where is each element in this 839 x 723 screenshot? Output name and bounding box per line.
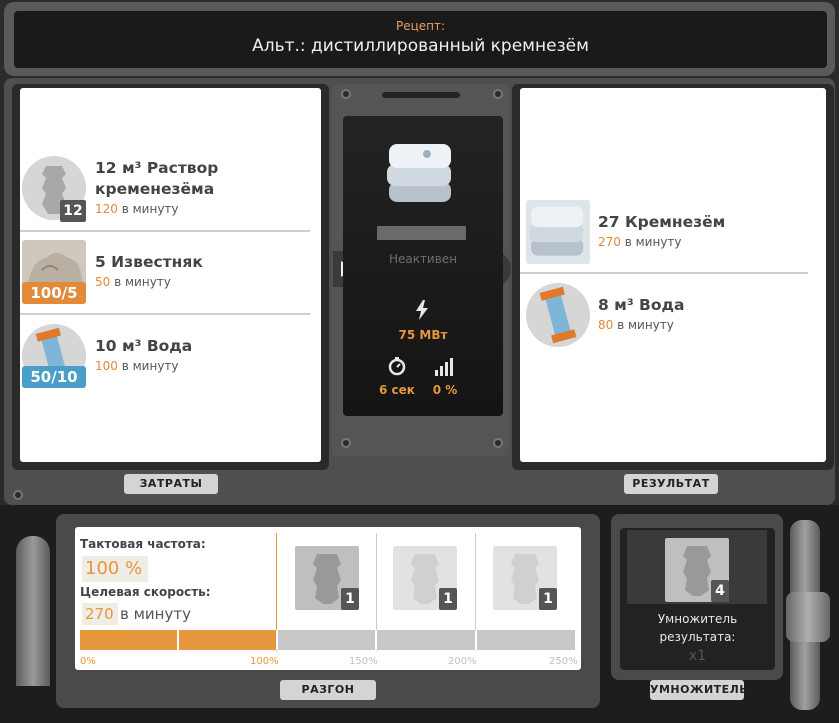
screw-icon [13,490,23,500]
screw-icon [341,438,351,448]
overclock-tab[interactable]: РАЗГОН [280,680,376,700]
input-rate: 120 в минуту [95,202,179,216]
clock-speed-fill[interactable] [80,630,278,650]
slot-count: 1 [539,588,557,610]
input-name: 12 м³ Раствор кременезёма [95,159,219,198]
recipe-subtitle: Рецепт: [395,19,446,33]
multiplier-value: x1 [688,648,707,664]
bar-chart-icon [435,358,455,380]
pipe-decoration [16,536,50,686]
multiplier-panel: 4 Умножитель результата: x1 [620,528,775,670]
screw-icon [493,89,503,99]
multiplier-count: 4 [711,580,729,602]
cycle-time: 6 сек [379,383,415,397]
stopwatch-icon [387,356,407,380]
multiplier-slot[interactable]: 4 [665,538,729,602]
bar-divider [276,630,278,650]
overclock-panel: Тактовая частота: 100 % Целевая скорость… [75,527,581,670]
outputs-panel: 27 Кремнезём 270 в минуту 8 м³ Вода 80 в… [520,88,826,462]
inputs-panel: 12 12 м³ Раствор кременезёма 120 в минут… [20,88,321,462]
bar-divider [375,630,377,650]
power-shard-slot-2[interactable]: 1 [393,546,457,610]
scale-label: 100% [250,656,279,667]
output-rate: 80 в минуту [598,318,674,332]
scale-label: 250% [549,656,578,667]
power-consumption: 75 МВт [398,328,448,342]
target-rate-label: Целевая скорость: [80,585,211,599]
silica-bags-icon [383,138,459,210]
slot-count: 1 [341,588,359,610]
lightning-icon [415,300,429,324]
input-name: 5 Известняк [95,253,203,271]
input-rate: 50 в минуту [95,275,171,289]
clock-speed-input[interactable]: 100 % [82,556,148,582]
divider [520,272,808,274]
divider [20,313,310,315]
slot-count: 1 [439,588,457,610]
target-rate-unit: в минуту [120,605,191,623]
multiplier-label: Умножитель результата: [657,612,738,644]
power-shard-slot-1[interactable]: 1 [295,546,359,610]
target-rate-input[interactable]: 270 [82,603,118,625]
input-count: 12 [60,200,86,222]
screw-icon [341,89,351,99]
clock-speed-label: Тактовая частота: [80,537,206,551]
clock-speed-track[interactable] [278,630,575,650]
bar-divider [475,630,477,650]
divider [20,230,310,232]
status-bar [377,226,466,240]
productivity: 0 % [432,383,458,397]
outputs-tab[interactable]: РЕЗУЛЬТАТ [624,474,718,494]
scale-label: 0% [80,656,96,667]
multiplier-tab[interactable]: УМНОЖИТЕЛЬ [650,680,748,700]
input-name: 10 м³ Вода [95,337,193,355]
input-rate: 100 в минуту [95,359,179,373]
machine-status: Неактивен [388,252,458,266]
scale-label: 150% [349,656,378,667]
limestone-overclock-badge: 100/5 [22,282,86,304]
pipe-valve-decoration [786,592,830,642]
output-name: 27 Кремнезём [598,213,726,231]
water-canister-icon [526,283,590,347]
screw-icon [493,438,503,448]
scale-label: 200% [448,656,477,667]
output-name: 8 м³ Вода [598,296,685,314]
recipe-title[interactable]: Альт.: дистиллированный кремнезём [14,36,827,56]
machine-status-screen: Неактивен 75 МВт 6 сек 0 % [343,116,503,416]
power-shard-slot-3[interactable]: 1 [493,546,557,610]
bar-divider [177,630,179,650]
display-slot [382,92,460,98]
output-rate: 270 в минуту [598,235,682,249]
silica-bags-icon [526,200,590,264]
recipe-header: Рецепт: Альт.: дистиллированный кремнезё… [14,11,827,68]
water-overclock-badge: 50/10 [22,366,86,388]
inputs-tab[interactable]: ЗАТРАТЫ [124,474,218,494]
